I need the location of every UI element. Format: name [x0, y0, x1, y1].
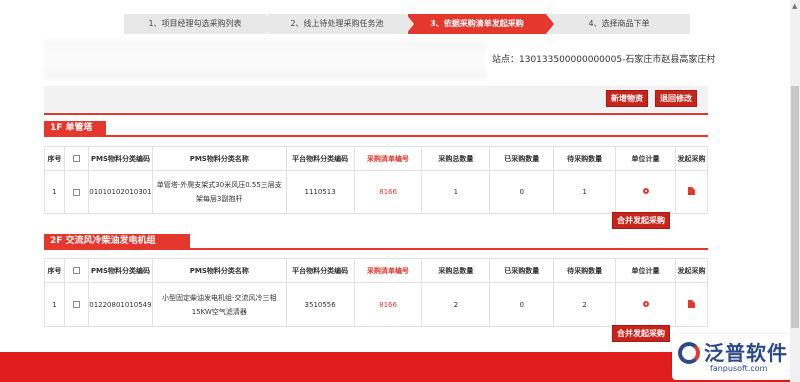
list-no-cell[interactable]: 8166 [353, 282, 423, 327]
row-checkbox[interactable] [63, 170, 89, 214]
section-divider [44, 135, 708, 137]
add-material-button[interactable]: 新增物资 [606, 90, 648, 107]
col-header: 单位计量 [615, 146, 676, 171]
unit-cell[interactable] [615, 170, 676, 214]
done-cell: 0 [489, 170, 555, 214]
col-header: 采购总数量 [421, 258, 491, 283]
col-header: PMS物料分类编码 [87, 146, 153, 171]
purchase-doc-icon[interactable] [687, 299, 695, 308]
seq-cell: 1 [44, 282, 65, 327]
purchase-doc-icon[interactable] [687, 187, 695, 195]
table-row: 1 01010102010301 单管塔-外爬支架式30米风压0.55三层支架每… [44, 170, 709, 214]
divider-line [44, 113, 708, 115]
purchase-cell[interactable] [674, 282, 709, 327]
platform-code-cell: 1110513 [285, 170, 355, 214]
done-cell: 0 [489, 282, 555, 327]
logo-url: fanpusoft.com [710, 364, 768, 373]
select-all-checkbox[interactable] [63, 146, 89, 171]
site-info: 站点：130133500000000005-石家庄市赵县高家庄村 [492, 55, 716, 65]
col-header: 序号 [44, 146, 65, 171]
merge-purchase-button[interactable]: 合并发起采购 [612, 212, 670, 229]
unit-circle-icon[interactable] [642, 300, 649, 307]
platform-code-cell: 3510556 [285, 282, 355, 327]
pms-code-cell: 01010102010301 [87, 170, 153, 214]
col-header: 采购清单编号 [353, 258, 423, 283]
pms-name-cell: 小型固定柴油发电机组-交流风冷三相15KW空气滤清器 [151, 282, 287, 327]
col-header: PMS物料分类名称 [151, 146, 287, 171]
col-header: 已采购数量 [489, 258, 555, 283]
table-row: 1 01220801010549 小型固定柴油发电机组-交流风冷三相15KW空气… [44, 282, 709, 327]
section-divider [44, 248, 708, 250]
step-3-active: 3、依据采购清单发起采购 [408, 14, 554, 34]
logo-mark-icon [678, 342, 700, 364]
merge-purchase-button[interactable]: 合并发起采购 [612, 325, 670, 342]
col-header: 待采购数量 [553, 258, 617, 283]
row-checkbox[interactable] [63, 282, 89, 327]
col-header: 已采购数量 [489, 146, 555, 171]
col-header: PMS物料分类编码 [87, 258, 153, 283]
pending-cell: 1 [553, 170, 617, 214]
total-cell: 2 [421, 282, 491, 327]
unit-circle-icon[interactable] [642, 188, 649, 194]
step-4: 4、选择商品下单 [548, 14, 690, 34]
seq-cell: 1 [44, 170, 65, 214]
pending-cell: 2 [553, 282, 617, 327]
pms-name-cell: 单管塔-外爬支架式30米风压0.55三层支架每层3副抱杆 [151, 170, 287, 214]
total-cell: 1 [421, 170, 491, 214]
col-header: PMS物料分类名称 [151, 258, 287, 283]
select-all-checkbox[interactable] [63, 258, 89, 283]
table-header-row: 序号 PMS物料分类编码 PMS物料分类名称 平台物料分类编码 采购清单编号 采… [44, 258, 709, 283]
scrollbar-thumb[interactable] [791, 86, 799, 328]
section-title: 1F 单管塔 [44, 121, 106, 135]
list-no-cell[interactable]: 8166 [353, 170, 423, 214]
unit-cell[interactable] [615, 282, 676, 327]
blurred-header-area [44, 40, 486, 80]
scroll-up-arrow-icon[interactable]: ▲ [792, 2, 797, 10]
col-header: 采购清单编号 [353, 146, 423, 171]
return-modify-button[interactable]: 退回修改 [655, 90, 697, 107]
brand-logo: 泛普软件 fanpusoft.com [672, 334, 792, 380]
purchase-table: 序号 PMS物料分类编码 PMS物料分类名称 平台物料分类编码 采购清单编号 采… [44, 146, 709, 214]
col-header: 发起采购 [674, 146, 709, 171]
step-progress-bar: 1、项目经理勾选采购列表 2、线上待处理采购任务池 3、依据采购清单发起采购 4… [124, 14, 692, 34]
pms-code-cell: 01220801010549 [87, 282, 153, 327]
col-header: 平台物料分类编码 [285, 146, 355, 171]
purchase-cell[interactable] [674, 170, 709, 214]
col-header: 待采购数量 [553, 146, 617, 171]
logo-text: 泛普软件 [704, 341, 788, 365]
section-title: 2F 交流风冷柴油发电机组 [44, 234, 190, 248]
col-header: 序号 [44, 258, 65, 283]
step-1: 1、项目经理勾选采购列表 [124, 14, 274, 34]
col-header: 平台物料分类编码 [285, 258, 355, 283]
step-2: 2、线上待处理采购任务池 [268, 14, 414, 34]
table-header-row: 序号 PMS物料分类编码 PMS物料分类名称 平台物料分类编码 采购清单编号 采… [44, 146, 709, 171]
col-header: 发起采购 [674, 258, 709, 283]
col-header: 单位计量 [615, 258, 676, 283]
purchase-table: 序号 PMS物料分类编码 PMS物料分类名称 平台物料分类编码 采购清单编号 采… [44, 258, 709, 327]
col-header: 采购总数量 [421, 146, 491, 171]
